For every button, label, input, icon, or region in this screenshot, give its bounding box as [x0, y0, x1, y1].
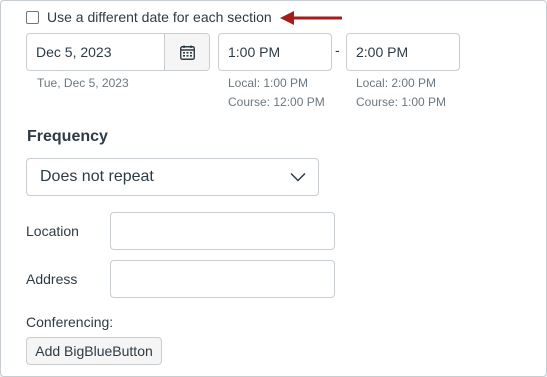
conferencing-label: Conferencing: — [26, 314, 114, 330]
frequency-heading: Frequency — [27, 128, 108, 145]
date-input-value[interactable]: Dec 5, 2023 — [27, 34, 164, 70]
different-date-checkbox[interactable] — [26, 10, 39, 24]
address-label: Address — [26, 271, 78, 287]
calendar-button[interactable] — [164, 34, 209, 70]
different-date-checkbox-label[interactable]: Use a different date for each section — [47, 9, 272, 25]
location-input[interactable] — [110, 212, 335, 250]
date-hint: Tue, Dec 5, 2023 — [37, 76, 129, 90]
end-time-input[interactable]: 2:00 PM — [346, 33, 460, 71]
start-time-local-hint: Local: 1:00 PM — [228, 76, 309, 90]
start-time-input[interactable]: 1:00 PM — [218, 33, 332, 71]
end-time-local-hint: Local: 2:00 PM — [356, 76, 437, 90]
frequency-select[interactable]: Does not repeat — [26, 158, 319, 196]
calendar-icon — [179, 45, 195, 60]
address-input[interactable] — [110, 260, 335, 298]
callout-arrow-icon — [280, 11, 342, 25]
start-time-course-hint: Course: 12:00 PM — [228, 95, 325, 109]
location-label: Location — [26, 223, 79, 239]
different-date-checkbox-row[interactable]: Use a different date for each section — [26, 9, 272, 25]
end-time-course-hint: Course: 1:00 PM — [356, 95, 447, 109]
frequency-select-value: Does not repeat — [40, 168, 154, 185]
add-bigbluebutton-button[interactable]: Add BigBlueButton — [26, 337, 162, 365]
chevron-down-icon — [290, 172, 306, 182]
time-range-separator: - — [335, 42, 340, 58]
date-input[interactable]: Dec 5, 2023 — [26, 33, 210, 71]
